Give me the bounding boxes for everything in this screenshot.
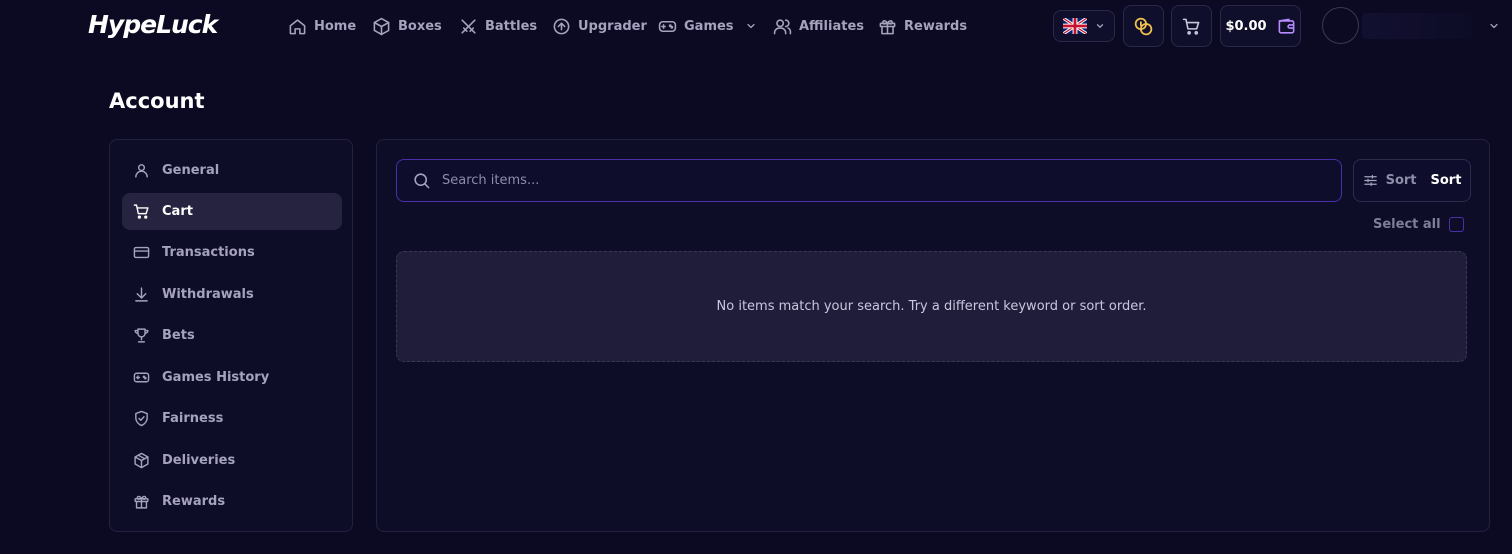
search-box[interactable]: [396, 159, 1342, 202]
sidebar-item-label: Rewards: [162, 494, 226, 509]
chevron-down-icon: [746, 23, 755, 29]
balance-button[interactable]: $0.00: [1220, 5, 1301, 47]
nav-item-boxes[interactable]: Boxes: [372, 14, 442, 38]
avatar[interactable]: [1322, 7, 1359, 44]
select-all-label: Select all: [1373, 216, 1441, 232]
package-icon: [134, 452, 149, 469]
balance-amount: $0.00: [1225, 18, 1267, 34]
nav-item-label: Rewards: [904, 18, 968, 34]
nav-item-label: Boxes: [398, 18, 442, 34]
select-all-checkbox[interactable]: [1448, 216, 1464, 232]
profile-name-placeholder[interactable]: [1362, 13, 1472, 39]
sidebar-item-deliveries[interactable]: Deliveries: [122, 442, 342, 479]
credit-card-icon: [133, 246, 150, 259]
gamepad-icon: [658, 20, 677, 32]
nav-item-label: Battles: [485, 18, 538, 34]
users-icon: [773, 18, 792, 34]
sort-button[interactable]: Sort Sort: [1353, 159, 1471, 202]
nav-item-affiliates[interactable]: Affiliates: [773, 14, 864, 38]
sidebar-item-cart[interactable]: Cart: [122, 193, 342, 230]
search-input[interactable]: [442, 173, 1341, 188]
nav-item-label: Games: [684, 18, 734, 34]
cart-icon: [133, 204, 149, 219]
empty-state: No items match your search. Try a differ…: [396, 251, 1467, 362]
sidebar-item-games-history[interactable]: Games History: [122, 359, 342, 396]
shield-check-icon: [135, 410, 148, 427]
chevron-down-icon[interactable]: [1488, 20, 1500, 32]
nav-item-games[interactable]: Games: [658, 14, 757, 38]
brand-logo[interactable]: HypeLuck: [88, 10, 218, 40]
empty-state-message: No items match your search. Try a differ…: [716, 299, 1147, 314]
language-selector[interactable]: [1053, 10, 1115, 42]
trophy-icon: [134, 328, 149, 343]
sidebar-item-rewards[interactable]: Rewards: [122, 483, 342, 520]
cart-button[interactable]: [1171, 5, 1212, 47]
user-icon: [135, 164, 148, 178]
coins-icon: [1134, 17, 1153, 35]
account-sidebar: General Cart Transactions Withdrawals Be…: [109, 139, 353, 532]
sidebar-item-label: Deliveries: [162, 453, 236, 468]
wallet-icon: [1278, 18, 1294, 34]
nav-item-rewards[interactable]: Rewards: [878, 14, 967, 38]
nav-item-label: Upgrader: [578, 18, 647, 34]
sidebar-item-fairness[interactable]: Fairness: [122, 400, 342, 437]
nav-item-upgrader[interactable]: Upgrader: [552, 14, 647, 38]
sidebar-item-label: Bets: [162, 328, 195, 343]
swords-icon: [461, 18, 476, 34]
download-icon: [135, 287, 148, 302]
sidebar-item-label: Games History: [162, 370, 270, 385]
sidebar-item-withdrawals[interactable]: Withdrawals: [122, 276, 342, 313]
sidebar-item-label: Withdrawals: [162, 287, 254, 302]
top-navigation: HypeLuck Home Boxes Battles Upgrader Gam…: [0, 0, 1512, 52]
uk-flag-icon: [1063, 18, 1087, 34]
box-icon: [373, 17, 390, 35]
sidebar-item-label: Transactions: [162, 245, 255, 260]
sidebar-item-transactions[interactable]: Transactions: [122, 234, 342, 271]
coins-button[interactable]: [1123, 5, 1164, 47]
sliders-icon: [1363, 174, 1377, 187]
sidebar-item-label: General: [162, 163, 220, 178]
nav-item-battles[interactable]: Battles: [459, 14, 537, 38]
search-icon: [414, 173, 430, 189]
nav-item-home[interactable]: Home: [288, 14, 356, 38]
sidebar-item-bets[interactable]: Bets: [122, 317, 342, 354]
sidebar-item-label: Fairness: [162, 411, 224, 426]
cart-panel: Sort Sort Select all No items match your…: [376, 139, 1490, 532]
gift-icon: [134, 495, 149, 509]
upgrade-icon: [553, 18, 570, 34]
sort-label: Sort: [1385, 173, 1417, 188]
chevron-down-icon: [1096, 24, 1104, 28]
page-title: Account: [109, 89, 205, 113]
sidebar-item-label: Cart: [162, 204, 193, 219]
gift-icon: [879, 19, 896, 34]
cart-icon: [1182, 18, 1200, 35]
select-all-control[interactable]: Select all: [1373, 214, 1464, 234]
nav-item-label: Affiliates: [799, 18, 865, 34]
sidebar-item-general[interactable]: General: [122, 152, 342, 189]
home-icon: [289, 18, 306, 34]
nav-item-label: Home: [314, 18, 357, 34]
gamepad-icon: [133, 372, 150, 383]
sort-value: Sort: [1430, 173, 1462, 188]
